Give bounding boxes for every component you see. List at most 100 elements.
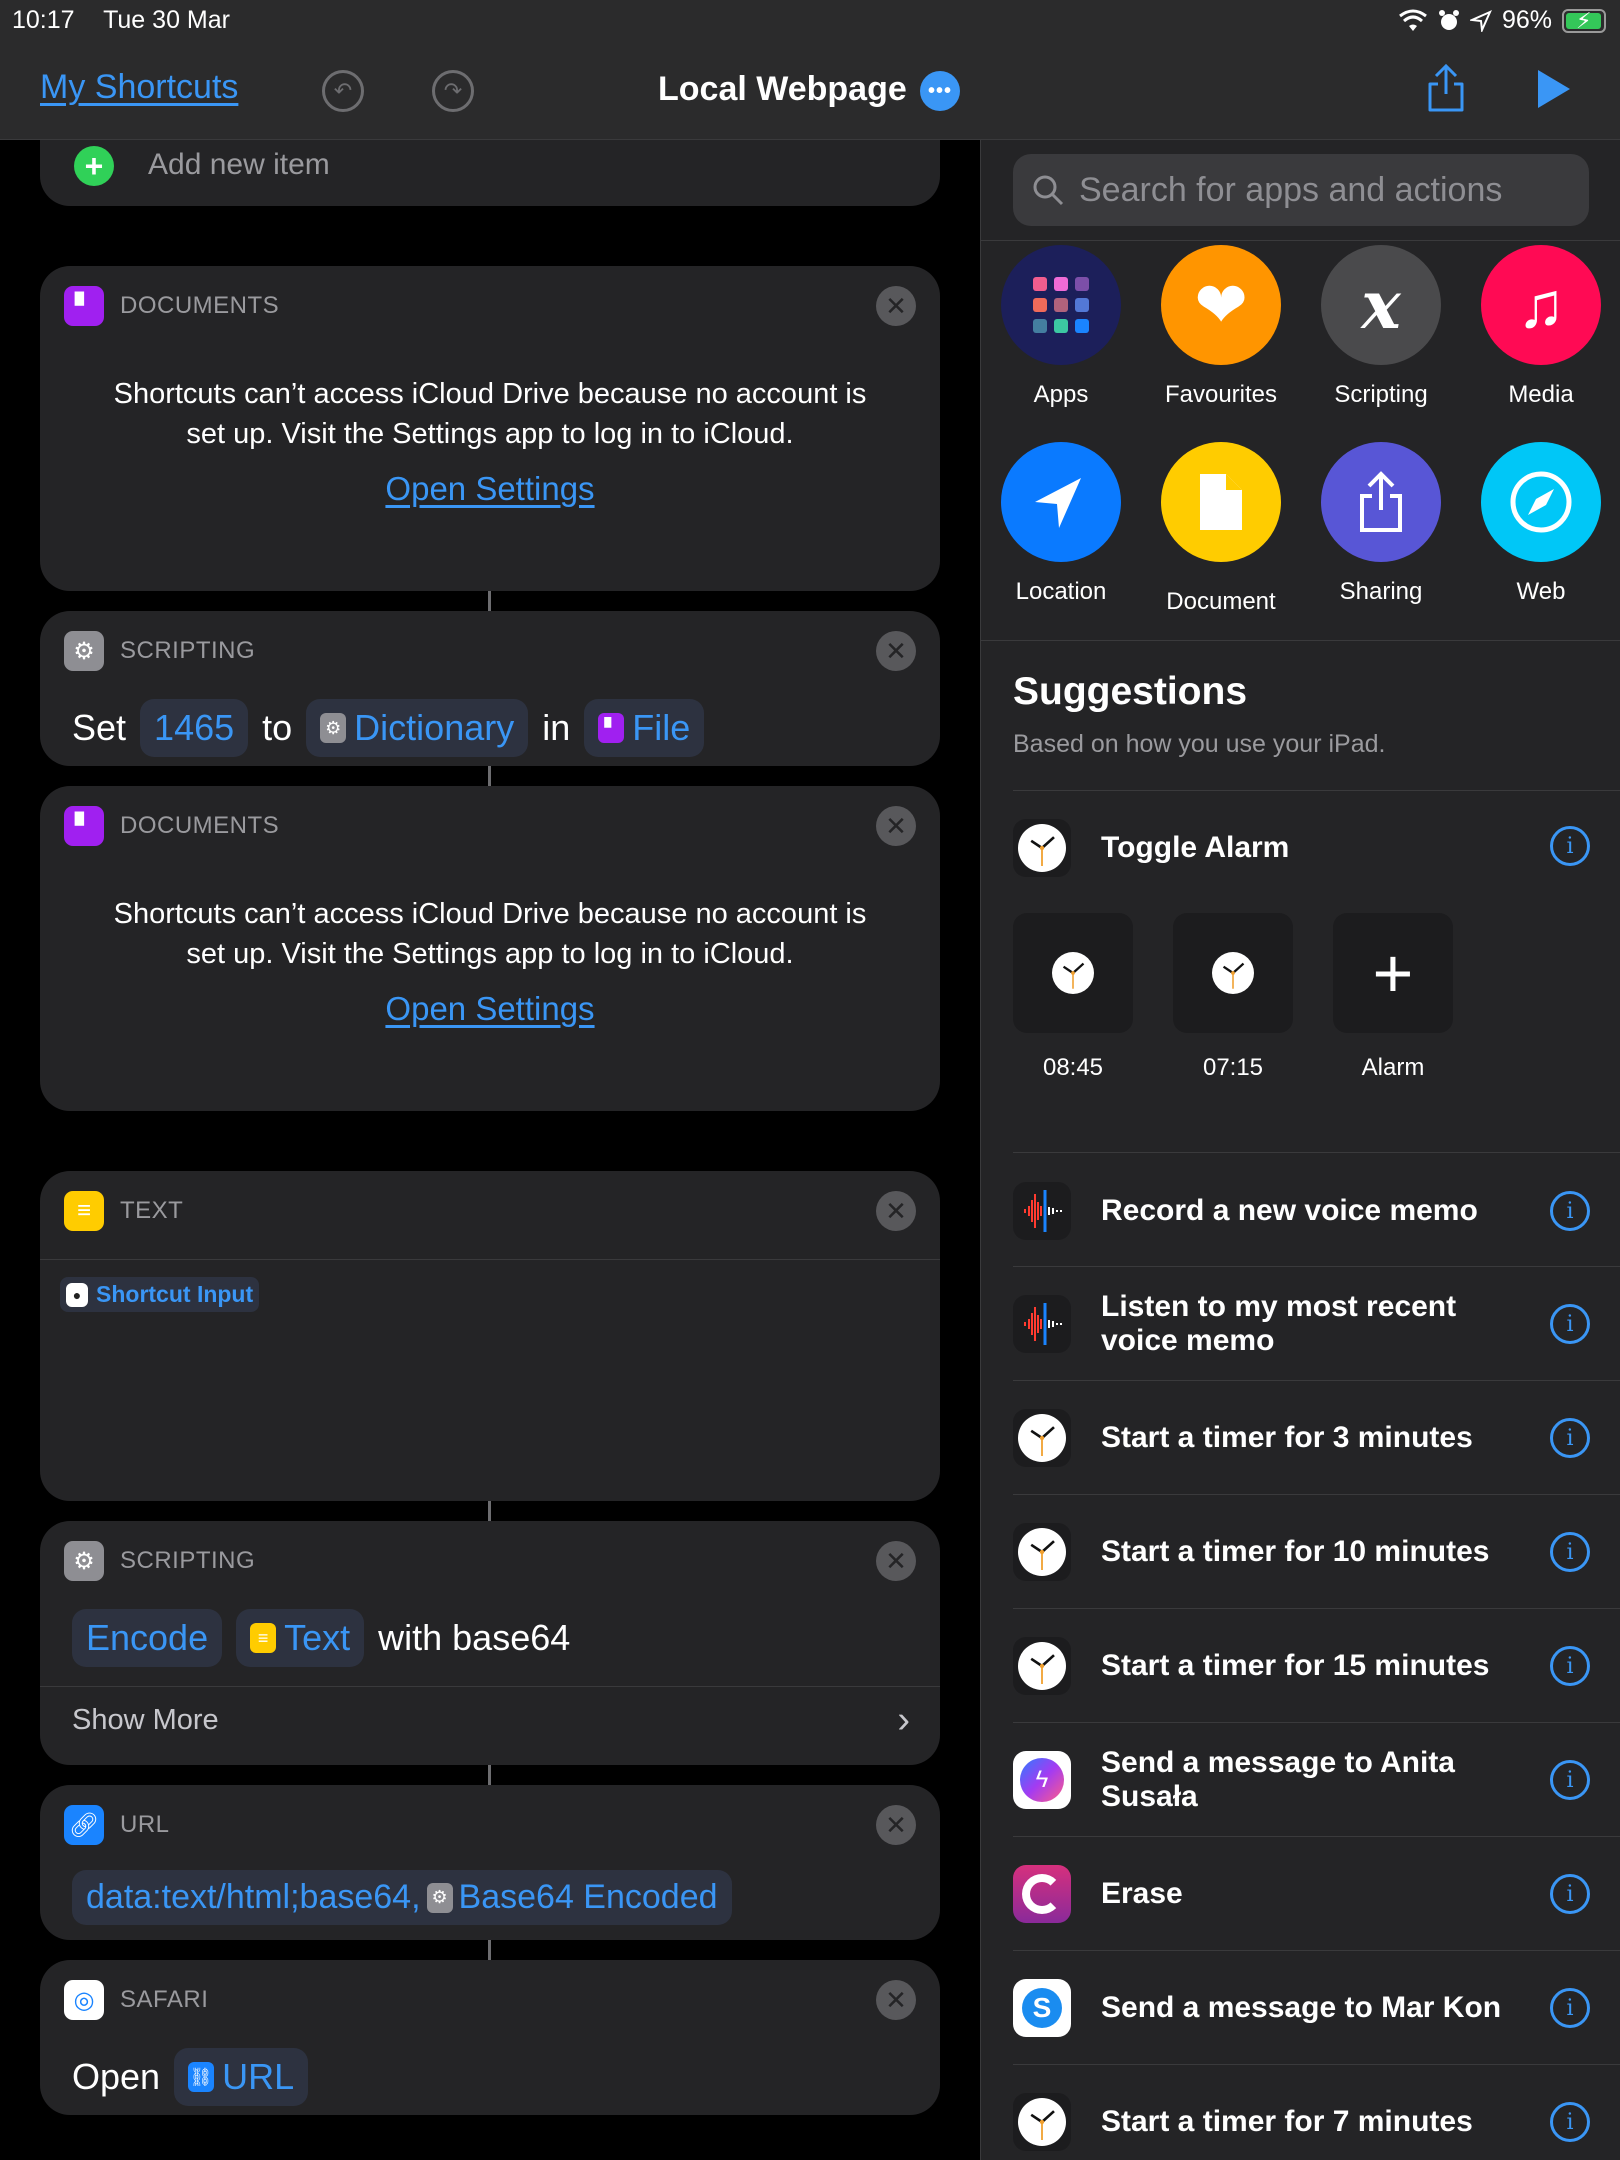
divider (1013, 1722, 1620, 1723)
info-button[interactable]: i (1550, 1988, 1590, 2028)
category-document[interactable]: Document (1146, 442, 1296, 616)
url-field[interactable]: data:text/html;base64, ⚙ Base64 Encoded (72, 1870, 732, 1925)
divider (1013, 1380, 1620, 1381)
category-label: Apps (1033, 381, 1089, 408)
dictionary-variable-token[interactable]: ⚙ Dictionary (306, 699, 529, 757)
remove-action-button[interactable]: ✕ (876, 1980, 916, 2020)
text-variable-token[interactable]: ≡ Text (236, 1609, 365, 1667)
status-bar-left: 10:17 Tue 30 Mar (12, 6, 252, 35)
action-connector (488, 591, 491, 611)
base64-encode-action-card[interactable]: ⚙ SCRIPTING ✕ Encode ≡ Text with base64 S… (40, 1521, 940, 1765)
shortcut-input-token[interactable]: ● Shortcut Input (60, 1277, 260, 1312)
category-label: Scripting (1334, 381, 1428, 408)
remove-action-button[interactable]: ✕ (876, 631, 916, 671)
category-media[interactable]: ♫ Media (1466, 245, 1616, 409)
file-variable-token[interactable]: ▘ File (584, 699, 705, 757)
add-new-item-label[interactable]: Add new item (148, 148, 330, 182)
suggestion-row[interactable]: Erase (1013, 1864, 1620, 1924)
share-button[interactable] (1426, 64, 1466, 114)
remove-action-button[interactable]: ✕ (876, 1805, 916, 1845)
suggestion-row[interactable]: S Send a message to Mar Kon (1013, 1978, 1620, 2038)
info-button[interactable]: i (1550, 1646, 1590, 1686)
file-label: File (632, 707, 691, 748)
suggestions-subtitle: Based on how you use your iPad. (1013, 730, 1386, 758)
add-item-plus-icon[interactable]: + (74, 146, 114, 186)
safari-compass-icon: ◎ (64, 1980, 104, 2020)
info-button[interactable]: i (1550, 1532, 1590, 1572)
open-settings-link[interactable]: Open Settings (40, 470, 940, 508)
info-button[interactable]: i (1550, 1874, 1590, 1914)
suggestion-row[interactable]: Listen to my most recent voice memo (1013, 1290, 1620, 1357)
document-icon (1161, 442, 1281, 562)
suggestion-row[interactable]: ϟ Send a message to Anita Susała (1013, 1746, 1620, 1813)
category-sharing[interactable]: Sharing (1306, 442, 1456, 606)
info-button[interactable]: i (1550, 1418, 1590, 1458)
add-alarm-tile[interactable]: + (1333, 913, 1453, 1033)
more-options-button[interactable]: ••• (920, 71, 960, 111)
open-settings-link[interactable]: Open Settings (40, 990, 940, 1028)
shortcut-title[interactable]: Local Webpage (658, 70, 907, 109)
remove-action-button[interactable]: ✕ (876, 1541, 916, 1581)
remove-action-button[interactable]: ✕ (876, 1191, 916, 1231)
set-dictionary-value-card[interactable]: ⚙ SCRIPTING ✕ Set 1465 to ⚙ Dictionary in… (40, 611, 940, 766)
category-label: Document (1166, 588, 1276, 615)
info-button[interactable]: i (1550, 1304, 1590, 1344)
run-shortcut-play-button[interactable] (1538, 70, 1570, 108)
search-input[interactable]: Search for apps and actions (1013, 154, 1589, 226)
apps-grid-icon (1001, 245, 1121, 365)
suggestion-row[interactable]: Start a timer for 15 minutes (1013, 1636, 1620, 1696)
show-more-button[interactable]: Show More (72, 1704, 219, 1737)
suggestion-row[interactable]: Record a new voice memo (1013, 1181, 1620, 1241)
info-button[interactable]: i (1550, 826, 1590, 866)
base64-encoded-variable[interactable]: Base64 Encoded (459, 1878, 718, 1917)
category-web[interactable]: Web (1466, 442, 1616, 606)
icloud-error-message: Shortcuts can’t access iCloud Drive beca… (113, 378, 867, 450)
divider (981, 240, 1620, 241)
info-button[interactable]: i (1550, 1760, 1590, 1800)
link-icon: ⛓ (188, 2062, 215, 2092)
chevron-right-icon[interactable]: › (897, 1699, 910, 1742)
skype-icon: S (1013, 1979, 1071, 2037)
share-icon (1321, 442, 1441, 562)
search-placeholder: Search for apps and actions (1079, 170, 1503, 209)
gear-icon: ⚙ (320, 713, 347, 743)
category-apps[interactable]: Apps (986, 245, 1136, 409)
suggestion-toggle-alarm[interactable]: Toggle Alarm (1013, 818, 1620, 878)
category-favourites[interactable]: ❤︎ Favourites (1146, 245, 1296, 409)
url-variable-token[interactable]: ⛓ URL (174, 2048, 309, 2106)
undo-button[interactable]: ↶ (322, 70, 364, 112)
redo-button[interactable]: ↷ (432, 70, 474, 112)
remove-action-button[interactable]: ✕ (876, 806, 916, 846)
suggestion-row[interactable]: Start a timer for 7 minutes (1013, 2092, 1620, 2152)
info-button[interactable]: i (1550, 1191, 1590, 1231)
key-token[interactable]: 1465 (140, 699, 249, 757)
safari-open-url-card[interactable]: ◎ SAFARI ✕ Open ⛓ URL (40, 1960, 940, 2115)
suggestion-row[interactable]: Start a timer for 10 minutes (1013, 1522, 1620, 1582)
divider (1013, 2064, 1620, 2065)
category-scripting[interactable]: x Scripting (1306, 245, 1456, 409)
text-action-card[interactable]: ≡ TEXT ✕ ● Shortcut Input (40, 1171, 940, 1501)
suggestion-row[interactable]: Start a timer for 3 minutes (1013, 1408, 1620, 1468)
divider (1013, 1152, 1620, 1153)
alarm-tile-0845[interactable] (1013, 913, 1133, 1033)
encode-mode-token[interactable]: Encode (72, 1609, 223, 1667)
card-divider (40, 1686, 940, 1687)
list-card: + Add new item (40, 140, 940, 206)
url-value-token[interactable]: data:text/html;base64, ⚙ Base64 Encoded (72, 1870, 732, 1925)
text-lines-icon: ≡ (64, 1191, 104, 1231)
clock-icon (1049, 945, 1097, 1001)
status-time: 10:17 (12, 6, 75, 34)
action-parameters: Open ⛓ URL (72, 2048, 309, 2106)
remove-action-button[interactable]: ✕ (876, 286, 916, 326)
action-category: DOCUMENTS (120, 812, 280, 839)
documents-action-card[interactable]: ▘ DOCUMENTS ✕ Shortcuts can’t access iCl… (40, 786, 940, 1111)
text-field[interactable]: ● Shortcut Input (60, 1277, 260, 1312)
category-location[interactable]: Location (986, 442, 1136, 606)
alarm-tile-0715[interactable] (1173, 913, 1293, 1033)
info-button[interactable]: i (1550, 2102, 1590, 2142)
clock-icon (1013, 1637, 1071, 1695)
documents-action-card[interactable]: ▘ DOCUMENTS ✕ Shortcuts can’t access iCl… (40, 266, 940, 591)
heart-icon: ❤︎ (1161, 245, 1281, 365)
my-shortcuts-back-button[interactable]: My Shortcuts (40, 68, 238, 107)
url-action-card[interactable]: 🔗︎ URL ✕ data:text/html;base64, ⚙ Base64… (40, 1785, 940, 1940)
